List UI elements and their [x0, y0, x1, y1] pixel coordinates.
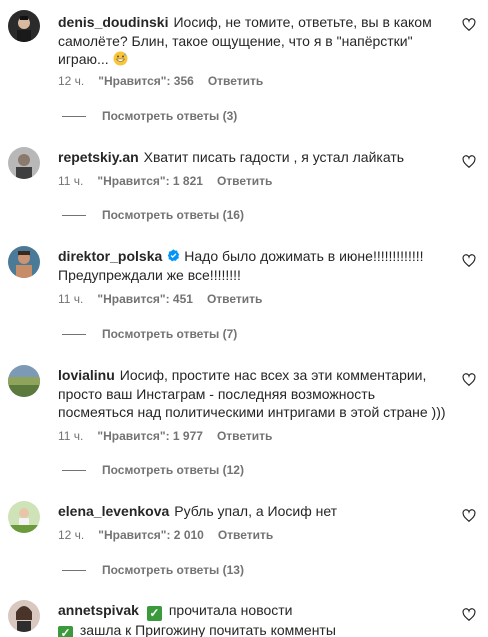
comment-text: repetskiy.an Хватит писать гадости , я ус…	[58, 148, 454, 167]
view-replies-label: Посмотреть ответы (7)	[102, 327, 238, 341]
comment-meta: 12 ч. "Нравится": 2 010 Ответить	[58, 528, 287, 542]
heart-icon[interactable]	[462, 373, 476, 387]
green-check-emoji: ✓	[146, 606, 162, 621]
timestamp: 11 ч.	[58, 429, 84, 443]
timestamp: 12 ч.	[58, 528, 85, 542]
comment-body: Хватит писать гадости , я устал лайкать	[143, 149, 405, 165]
verified-badge-icon	[168, 249, 180, 262]
timestamp: 11 ч.	[58, 174, 84, 188]
view-replies-label: Посмотреть ответы (12)	[102, 463, 244, 477]
view-replies-button[interactable]: Посмотреть ответы (16)	[62, 208, 244, 222]
view-replies-button[interactable]: Посмотреть ответы (3)	[62, 109, 237, 123]
like-count[interactable]: "Нравится": 2 010	[98, 528, 204, 542]
comment-body: Рубль упал, а Иосиф нет	[174, 503, 338, 519]
comment-meta: 11 ч. "Нравится": 1 977 Ответить	[58, 429, 286, 443]
avatar[interactable]	[8, 246, 40, 278]
avatar[interactable]	[8, 147, 40, 179]
divider	[62, 570, 86, 572]
comment-body: Иосиф, простите нас всех за эти коммента…	[58, 367, 446, 420]
view-replies-button[interactable]: Посмотреть ответы (7)	[62, 327, 237, 341]
like-count[interactable]: "Нравится": 1 977	[97, 429, 203, 443]
avatar[interactable]	[8, 501, 40, 533]
heart-icon[interactable]	[462, 155, 476, 169]
view-replies-label: Посмотреть ответы (13)	[102, 563, 244, 577]
grinning-sweat-emoji	[113, 51, 128, 66]
username[interactable]: repetskiy.an	[58, 149, 139, 165]
comment-text: lovialinu Иосиф, простите нас всех за эти…	[58, 366, 454, 422]
username[interactable]: lovialinu	[58, 367, 115, 383]
comment-text: elena_levenkova Рубль упал, а Иосиф нет	[58, 502, 454, 521]
comment-body-line2: зашла к Пригожину почитать комменты	[79, 622, 336, 637]
reply-button[interactable]: Ответить	[218, 528, 273, 542]
heart-icon[interactable]	[462, 254, 476, 268]
view-replies-button[interactable]: Посмотреть ответы (12)	[62, 463, 244, 477]
reply-button[interactable]: Ответить	[217, 429, 272, 443]
username[interactable]: denis_doudinski	[58, 14, 168, 30]
avatar[interactable]	[8, 365, 40, 397]
comment-meta: 11 ч. "Нравится": 1 821 Ответить	[58, 174, 286, 188]
view-replies-label: Посмотреть ответы (16)	[102, 208, 244, 222]
comment-text: annetspivak ✓ прочитала новости ✓ зашла к…	[58, 601, 454, 637]
avatar[interactable]	[8, 10, 40, 42]
avatar[interactable]	[8, 600, 40, 632]
heart-icon[interactable]	[462, 18, 476, 32]
divider	[62, 116, 86, 118]
username[interactable]: annetspivak	[58, 602, 139, 618]
divider	[62, 334, 86, 336]
comment-meta: 12 ч. "Нравится": 356 Ответить	[58, 74, 277, 88]
timestamp: 11 ч.	[58, 292, 84, 306]
comment-text: denis_doudinski Иосиф, не томите, ответьт…	[58, 13, 454, 69]
heart-icon[interactable]	[462, 608, 476, 622]
username[interactable]: direktor_polska	[58, 248, 162, 264]
view-replies-button[interactable]: Посмотреть ответы (13)	[62, 563, 244, 577]
reply-button[interactable]: Ответить	[208, 74, 263, 88]
like-count[interactable]: "Нравится": 451	[97, 292, 193, 306]
heart-icon[interactable]	[462, 509, 476, 523]
username[interactable]: elena_levenkova	[58, 503, 169, 519]
like-count[interactable]: "Нравится": 1 821	[97, 174, 203, 188]
view-replies-label: Посмотреть ответы (3)	[102, 109, 238, 123]
comment-meta: 11 ч. "Нравится": 451 Ответить	[58, 292, 276, 306]
reply-button[interactable]: Ответить	[207, 292, 262, 306]
reply-button[interactable]: Ответить	[217, 174, 272, 188]
divider	[62, 215, 86, 217]
divider	[62, 470, 86, 472]
timestamp: 12 ч.	[58, 74, 85, 88]
like-count[interactable]: "Нравится": 356	[98, 74, 194, 88]
green-check-emoji: ✓	[58, 626, 73, 637]
comment-text: direktor_polska Надо было дожимать в июне…	[58, 247, 454, 284]
comment-body: прочитала новости	[168, 602, 293, 618]
